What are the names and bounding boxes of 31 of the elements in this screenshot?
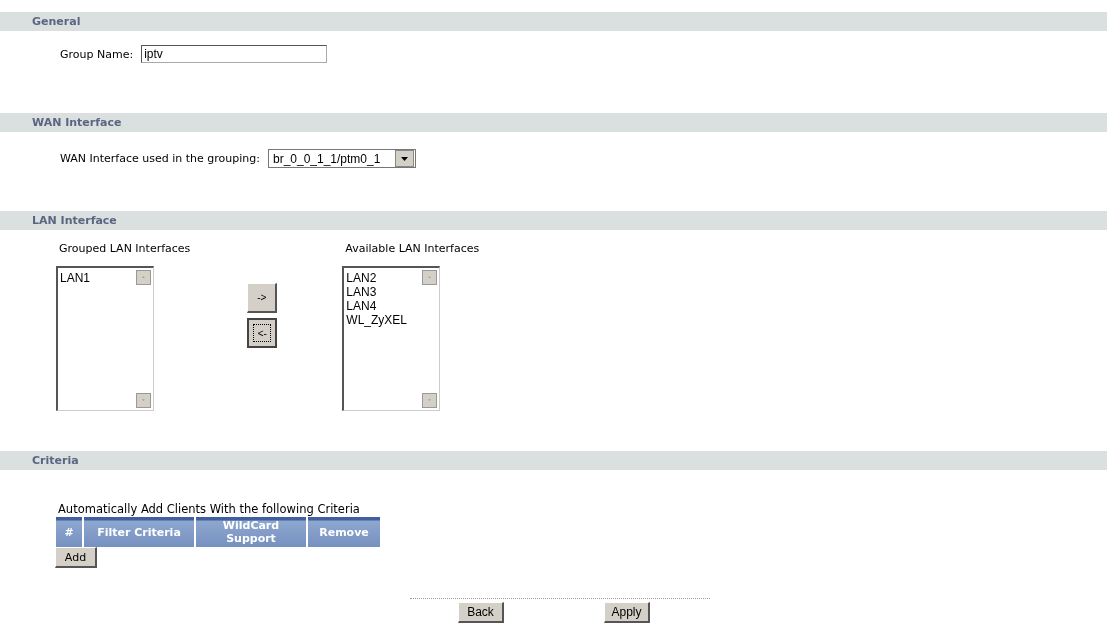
section-header: LAN Interface: [0, 211, 1107, 230]
wan-interface-select[interactable]: br_0_0_1_1/ptm0_1: [267, 149, 416, 168]
list-item[interactable]: LAN2: [346, 271, 377, 285]
scroll-up-icon[interactable]: [136, 270, 151, 285]
section-header: WAN Interface: [0, 113, 1107, 132]
table-caption: Automatically Add Clients With the following Criteria: [58, 502, 361, 516]
list-item[interactable]: LAN4: [346, 299, 377, 313]
list-box[interactable]: LAN2 LAN3 LAN4 WL_ZyXEL: [342, 266, 441, 411]
footer-button[interactable]: Back: [458, 602, 504, 623]
field-label: WAN Interface used in the grouping:: [60, 152, 260, 165]
scroll-down-icon[interactable]: [422, 393, 438, 408]
section-header: Criteria: [0, 451, 1107, 470]
column-header: Remove: [307, 517, 381, 547]
column-header: #: [56, 517, 83, 547]
group-name-field[interactable]: iptv: [141, 45, 328, 63]
field-label: Group Name:: [60, 47, 134, 61]
list-label: Available LAN Interfaces: [345, 242, 480, 255]
move-button[interactable]: ->: [247, 283, 278, 313]
move-button[interactable]: <-: [247, 318, 278, 348]
footer-button[interactable]: Apply: [604, 602, 650, 623]
list-label: Grouped LAN Interfaces: [59, 242, 191, 255]
scroll-up-icon[interactable]: [422, 270, 438, 285]
list-item[interactable]: LAN1: [60, 271, 91, 285]
list-item[interactable]: LAN3: [346, 285, 377, 299]
list-item[interactable]: WL_ZyXEL: [346, 313, 408, 327]
column-header: WildCard Support: [195, 517, 307, 547]
column-header: Filter Criteria: [83, 517, 195, 547]
list-box[interactable]: LAN1: [56, 266, 154, 411]
section-header: General: [0, 12, 1107, 31]
add-button[interactable]: Add: [55, 547, 97, 568]
scroll-down-icon[interactable]: [136, 393, 151, 408]
